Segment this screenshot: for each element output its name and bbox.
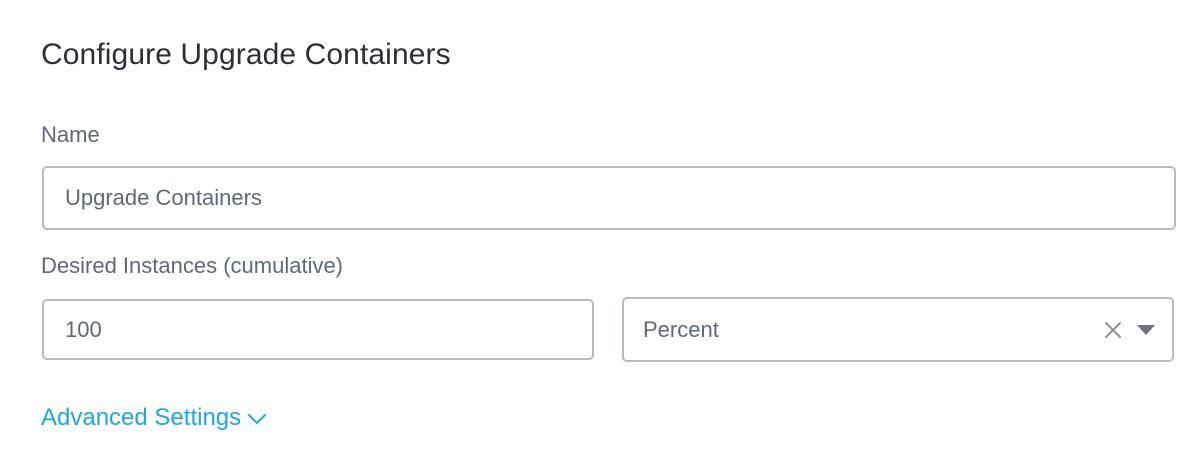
close-icon[interactable] bbox=[1102, 319, 1124, 341]
chevron-down-icon bbox=[248, 414, 267, 424]
advanced-settings-toggle[interactable]: Advanced Settings bbox=[41, 404, 267, 432]
instance-unit-value: Percent bbox=[643, 317, 719, 342]
advanced-settings-label: Advanced Settings bbox=[41, 404, 242, 431]
caret-down-icon[interactable] bbox=[1134, 321, 1158, 339]
desired-instances-label: Desired Instances (cumulative) bbox=[41, 253, 344, 278]
name-field[interactable] bbox=[42, 166, 1176, 230]
desired-instances-input[interactable] bbox=[44, 301, 592, 358]
dialog-title: Configure Upgrade Containers bbox=[41, 38, 451, 71]
configure-upgrade-containers-dialog: Configure Upgrade Containers Name Desire… bbox=[0, 0, 1198, 470]
instance-unit-select[interactable]: Percent bbox=[622, 297, 1174, 362]
desired-instances-field[interactable] bbox=[42, 299, 594, 360]
name-label: Name bbox=[41, 122, 100, 147]
name-input[interactable] bbox=[44, 168, 1174, 228]
